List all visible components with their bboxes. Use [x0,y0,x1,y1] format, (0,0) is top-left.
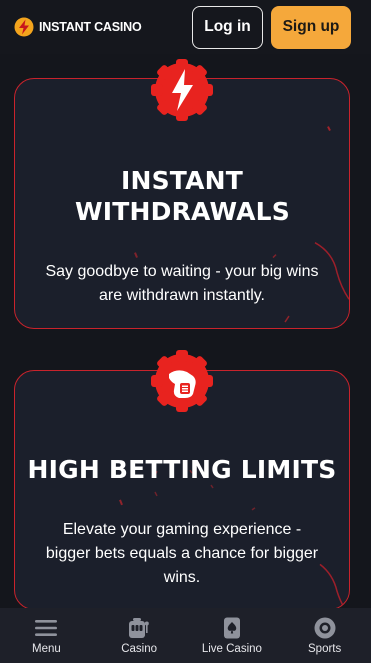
nav-item-menu[interactable]: Menu [0,608,93,663]
brand-name: INSTANT CASINO [39,20,142,34]
nav-label: Casino [121,643,158,655]
nav-item-sports[interactable]: Sports [278,608,371,663]
hand-chip-icon [151,350,213,412]
feature-description: Say goodbye to waiting - your big wins a… [45,263,319,304]
nav-label: Live Casino [201,643,262,655]
signup-button[interactable]: Sign up [271,5,351,49]
page: INSTANT CASINO Log in Sign up INSTANT WI… [0,0,371,663]
feature-title: HIGH BETTING LIMITS [27,455,337,484]
lightning-logo-icon [14,17,34,37]
menu-icon [35,620,58,636]
feature-title: INSTANT WITHDRAWALS [75,166,291,226]
spade-card-icon [223,617,240,639]
nav-label: Sports [308,643,342,655]
feature-description: Elevate your gaming experience - bigger … [45,521,319,586]
auth-actions: Log in Sign up [192,5,351,49]
top-header: INSTANT CASINO Log in Sign up [0,0,371,54]
nav-item-casino[interactable]: Casino [93,608,186,663]
slot-machine-icon [129,618,149,638]
brand-logo[interactable]: INSTANT CASINO [14,17,142,37]
nav-label: Menu [31,643,61,655]
login-button[interactable]: Log in [192,5,263,49]
ball-icon [314,617,336,639]
lightning-bolt-icon [151,59,213,121]
nav-item-live-casino[interactable]: Live Casino [186,608,279,663]
bottom-navigation: Menu Casino Live Casino Sports [0,608,371,663]
